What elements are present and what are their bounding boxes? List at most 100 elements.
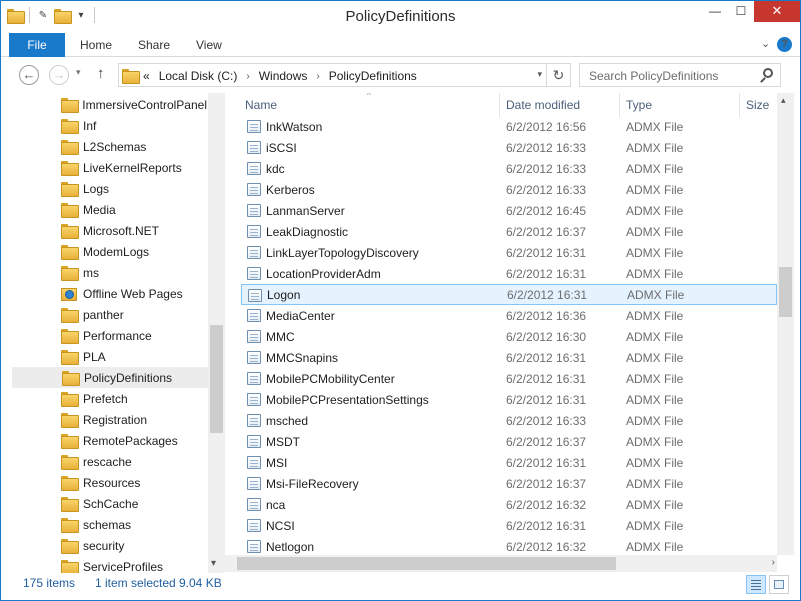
refresh-button[interactable]: ↻ <box>546 64 570 86</box>
close-button[interactable]: ✕ <box>754 1 800 22</box>
file-type: ADMX File <box>626 413 684 428</box>
chevron-right-icon[interactable]: › <box>316 71 319 82</box>
tree-item-label: Inf <box>83 118 97 133</box>
chevron-right-icon[interactable]: › <box>246 71 249 82</box>
up-button[interactable]: ↑ <box>97 65 105 82</box>
tree-item[interactable]: Microsoft.NET <box>11 220 207 241</box>
tree-item[interactable]: Performance <box>11 325 207 346</box>
search-icon[interactable] <box>763 68 773 78</box>
scrollbar-thumb[interactable] <box>210 325 223 433</box>
help-icon[interactable]: ? <box>777 37 792 52</box>
tree-item-label: L2Schemas <box>83 139 147 154</box>
column-divider[interactable] <box>499 93 500 117</box>
breadcrumb-windows[interactable]: Windows <box>259 69 308 83</box>
tree-item-label: ms <box>83 265 99 280</box>
tree-item[interactable]: Prefetch <box>11 388 207 409</box>
scrollbar-thumb[interactable] <box>237 557 616 570</box>
maximize-button[interactable]: ☐ <box>728 1 754 22</box>
file-row[interactable]: kdc 6/2/2012 16:33 ADMX File <box>241 158 777 179</box>
tree-item[interactable]: Offline Web Pages <box>11 283 207 304</box>
breadcrumb-policydefinitions[interactable]: PolicyDefinitions <box>329 69 417 83</box>
vertical-scrollbar[interactable]: ▴ <box>777 93 794 555</box>
tab-share[interactable]: Share <box>138 33 170 57</box>
scroll-up-icon[interactable]: ▴ <box>781 95 786 106</box>
breadcrumb-local-disk[interactable]: Local Disk (C:) <box>159 69 238 83</box>
tree-item[interactable]: PolicyDefinitions <box>12 367 208 388</box>
tree-item[interactable]: Inf <box>11 115 207 136</box>
file-row[interactable]: MSI 6/2/2012 16:31 ADMX File <box>241 452 777 473</box>
tree-item[interactable]: SchCache <box>11 493 207 514</box>
tree-item[interactable]: ModemLogs <box>11 241 207 262</box>
file-row[interactable]: LinkLayerTopologyDiscovery 6/2/2012 16:31… <box>241 242 777 263</box>
file-row[interactable]: LanmanServer 6/2/2012 16:45 ADMX File <box>241 200 777 221</box>
column-divider[interactable] <box>619 93 620 117</box>
tree-item[interactable]: PLA <box>11 346 207 367</box>
tree-item[interactable]: ms <box>11 262 207 283</box>
recent-locations-icon[interactable]: ▾ <box>76 67 81 78</box>
search-box[interactable]: Search PolicyDefinitions <box>579 63 781 87</box>
tab-view[interactable]: View <box>196 33 222 57</box>
tab-file[interactable]: File <box>9 33 65 57</box>
column-header-name[interactable]: Name <box>245 93 277 117</box>
tree-item[interactable]: Resources <box>11 472 207 493</box>
file-row[interactable]: Msi-FileRecovery 6/2/2012 16:37 ADMX File <box>241 473 777 494</box>
file-row[interactable]: MediaCenter 6/2/2012 16:36 ADMX File <box>241 305 777 326</box>
file-row[interactable]: nca 6/2/2012 16:32 ADMX File <box>241 494 777 515</box>
file-name: NCSI <box>266 518 295 533</box>
tree-scrollbar[interactable]: ▾ <box>208 93 225 573</box>
file-row[interactable]: msched 6/2/2012 16:33 ADMX File <box>241 410 777 431</box>
file-name: LocationProviderAdm <box>266 266 381 281</box>
tree-item[interactable]: panther <box>11 304 207 325</box>
scrollbar-thumb[interactable] <box>779 267 792 317</box>
tree-item[interactable]: ServiceProfiles <box>11 556 207 573</box>
scroll-right-icon[interactable]: › <box>772 557 775 568</box>
file-row[interactable]: iSCSI 6/2/2012 16:33 ADMX File <box>241 137 777 158</box>
file-row[interactable]: Logon 6/2/2012 16:31 ADMX File <box>241 284 777 305</box>
large-icons-view-button[interactable] <box>769 575 789 594</box>
back-button[interactable]: ← <box>19 65 39 85</box>
tree-item[interactable]: schemas <box>11 514 207 535</box>
file-row[interactable]: InkWatson 6/2/2012 16:56 ADMX File <box>241 116 777 137</box>
file-row[interactable]: MobilePCMobilityCenter 6/2/2012 16:31 ADMX… <box>241 368 777 389</box>
tree-item[interactable]: L2Schemas <box>11 136 207 157</box>
tree-item[interactable]: Logs <box>11 178 207 199</box>
tree-item[interactable]: Media <box>11 199 207 220</box>
column-divider[interactable] <box>739 93 740 117</box>
address-dropdown-icon[interactable]: ▾ <box>537 69 542 80</box>
tree-item[interactable]: Registration <box>11 409 207 430</box>
tree-item[interactable]: rescache <box>11 451 207 472</box>
file-date-modified: 6/2/2012 16:33 <box>506 182 587 197</box>
tab-home[interactable]: Home <box>80 33 112 57</box>
admx-file-icon <box>247 246 261 259</box>
file-row[interactable]: Netlogon 6/2/2012 16:32 ADMX File <box>241 536 777 557</box>
column-header-size[interactable]: Size <box>746 93 769 117</box>
tree-item[interactable]: security <box>11 535 207 556</box>
file-row[interactable]: MobilePCPresentationSettings 6/2/2012 16:… <box>241 389 777 410</box>
folder-icon <box>61 98 80 113</box>
expand-ribbon-icon[interactable]: ⌄ <box>761 37 770 50</box>
file-date-modified: 6/2/2012 16:36 <box>506 308 587 323</box>
file-row[interactable]: Kerberos 6/2/2012 16:33 ADMX File <box>241 179 777 200</box>
scroll-down-icon[interactable]: ▾ <box>211 558 216 569</box>
ribbon-tabs: File Home Share View ⌄ ? <box>1 33 800 57</box>
tree-item[interactable]: RemotePackages <box>11 430 207 451</box>
minimize-button[interactable]: — <box>702 1 728 22</box>
file-row[interactable]: MMCSnapins 6/2/2012 16:31 ADMX File <box>241 347 777 368</box>
tree-item[interactable]: ImmersiveControlPanel <box>11 94 207 115</box>
admx-file-icon <box>247 435 261 448</box>
column-header-date-modified[interactable]: Date modified <box>506 93 580 117</box>
file-row[interactable]: NCSI 6/2/2012 16:31 ADMX File <box>241 515 777 536</box>
details-view-icon <box>751 580 761 581</box>
horizontal-scrollbar[interactable]: › <box>225 555 777 572</box>
file-row[interactable]: LeakDiagnostic 6/2/2012 16:37 ADMX File <box>241 221 777 242</box>
column-header-type[interactable]: Type <box>626 93 652 117</box>
tree-item[interactable]: LiveKernelReports <box>11 157 207 178</box>
address-bar[interactable]: « Local Disk (C:) › Windows › PolicyDefi… <box>118 63 571 87</box>
file-row[interactable]: MSDT 6/2/2012 16:37 ADMX File <box>241 431 777 452</box>
details-view-button[interactable] <box>746 575 766 594</box>
file-row[interactable]: LocationProviderAdm 6/2/2012 16:31 ADMX Fi… <box>241 263 777 284</box>
forward-button[interactable]: → <box>49 65 69 85</box>
breadcrumb-overflow-icon[interactable]: « <box>143 69 150 83</box>
file-row[interactable]: MMC 6/2/2012 16:30 ADMX File <box>241 326 777 347</box>
selection-size: 9.04 KB <box>179 576 222 590</box>
